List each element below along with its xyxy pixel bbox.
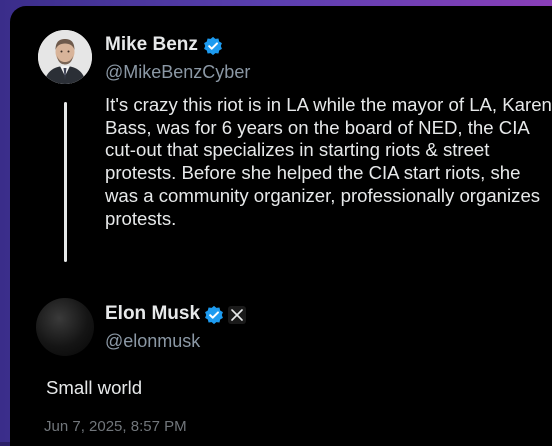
author-handle-elon-musk[interactable]: @elonmusk	[105, 331, 200, 352]
x-logo-icon	[228, 306, 246, 324]
author-name-elon-musk[interactable]: Elon Musk	[105, 303, 200, 325]
tweet-card: Mike Benz @MikeBenzCyber It's crazy this…	[10, 6, 552, 446]
screenshot-frame: Mike Benz @MikeBenzCyber It's crazy this…	[0, 0, 552, 446]
post-timestamp[interactable]: Jun 7, 2025, 8:57 PM	[44, 418, 187, 435]
author-handle-mike-benz[interactable]: @MikeBenzCyber	[105, 62, 250, 83]
thread-connector-line	[64, 102, 67, 262]
avatar-elon-musk[interactable]	[36, 298, 94, 356]
avatar-mike-benz[interactable]	[38, 30, 92, 84]
verified-badge-icon	[204, 36, 222, 56]
reply-body-text: Small world	[46, 377, 143, 398]
verified-badge-icon	[205, 305, 223, 325]
author-name-mike-benz[interactable]: Mike Benz	[105, 34, 198, 56]
tweet-body-text: It's crazy this riot is in LA while the …	[105, 94, 552, 229]
avatar-portrait-icon	[38, 30, 92, 84]
